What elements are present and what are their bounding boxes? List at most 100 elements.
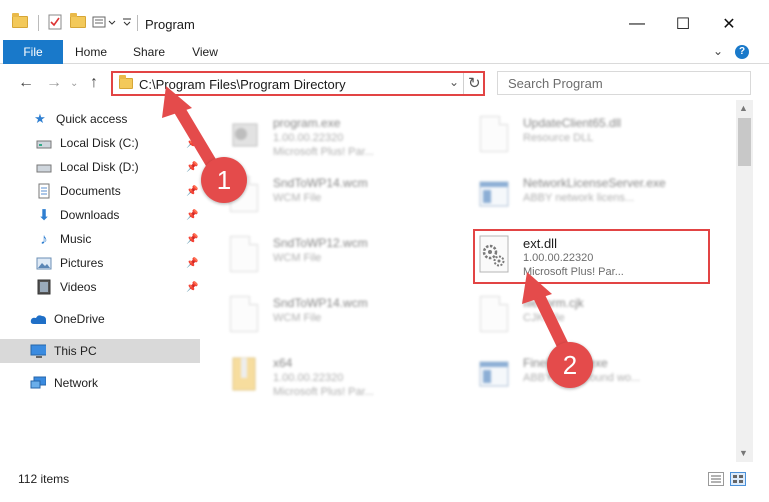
sidebar-item-quick-access[interactable]: ★ Quick access [0, 107, 200, 131]
star-icon: ★ [34, 111, 46, 126]
file-item[interactable]: NetworkLicenseServer.exe ABBY network li… [455, 166, 705, 222]
documents-icon [36, 183, 52, 199]
navigation-pane: ★ Quick access Local Disk (C:) 📌 Local D… [0, 100, 205, 462]
network-icon [30, 375, 46, 391]
maximize-button[interactable]: ☐ [660, 8, 706, 40]
dll-icon [477, 114, 511, 154]
chevron-down-icon[interactable] [122, 13, 132, 31]
file-name: x64 [273, 356, 293, 370]
pin-icon[interactable]: 📌 [186, 162, 198, 173]
sidebar-item-music[interactable]: ♪ Music 📌 [0, 227, 200, 251]
pin-icon[interactable]: 📌 [186, 234, 198, 245]
minimize-button[interactable]: — [614, 8, 660, 40]
pin-icon[interactable]: 📌 [186, 186, 198, 197]
tab-file[interactable]: File [3, 40, 63, 64]
search-placeholder: Search Program [508, 76, 603, 91]
sidebar-item-label: Local Disk (C:) [60, 136, 139, 150]
sidebar-item-label: Downloads [60, 208, 120, 222]
tab-share[interactable]: Share [128, 40, 170, 64]
up-icon[interactable]: ↑ [90, 74, 98, 92]
vertical-scrollbar[interactable]: ▲ ▼ [736, 100, 753, 462]
close-button[interactable]: ✕ [706, 8, 752, 40]
file-name: UpdateClient65.dll [523, 116, 622, 130]
properties-icon[interactable] [48, 13, 62, 31]
help-icon[interactable]: ? [735, 45, 749, 59]
separator [38, 15, 39, 31]
tab-home[interactable]: Home [70, 40, 112, 64]
sidebar-item-label: Pictures [60, 256, 104, 270]
file-detail: 1.00.00.22320 [273, 372, 344, 384]
separator [137, 15, 138, 31]
file-item[interactable]: x64 1.00.00.22320 Microsoft Plus! Par... [205, 346, 455, 402]
pin-icon[interactable]: 📌 [186, 138, 198, 149]
refresh-icon[interactable]: ↻ [468, 74, 481, 92]
window-icon [477, 354, 511, 394]
title-bar: Program — ☐ ✕ [0, 0, 769, 40]
sidebar-item-downloads[interactable]: ⬇ Downloads 📌 [0, 203, 200, 227]
address-bar[interactable]: C:\Program Files\Program Directory ⌄ ↻ [111, 71, 485, 96]
separator [463, 73, 464, 94]
sidebar-item-label: Videos [60, 280, 97, 294]
file-detail: WCM File [273, 192, 322, 204]
file-item[interactable]: program.exe 1.00.00.22320 Microsoft Plus… [205, 106, 455, 162]
music-icon: ♪ [40, 230, 48, 248]
drive-icon [36, 159, 52, 175]
sidebar-item-network[interactable]: Network [0, 371, 200, 395]
file-item[interactable]: UpdateClient65.dll Resource DLL [455, 106, 705, 162]
download-icon: ⬇ [37, 207, 51, 224]
address-path[interactable]: C:\Program Files\Program Directory [139, 77, 346, 92]
zip-icon [227, 354, 261, 394]
tiles-view-icon[interactable] [730, 472, 746, 486]
sidebar-item-label: Network [54, 376, 99, 390]
pin-icon[interactable]: 📌 [186, 282, 198, 293]
back-icon[interactable]: ← [18, 74, 34, 92]
sidebar-item-this-pc[interactable]: This PC [0, 339, 200, 363]
recent-locations-icon[interactable]: ⌄ [70, 78, 78, 89]
pin-icon[interactable]: 📌 [186, 258, 198, 269]
sidebar-item-label: Local Disk (D:) [60, 160, 139, 174]
file-name: program.exe [273, 116, 341, 130]
file-list: program.exe 1.00.00.22320 Microsoft Plus… [205, 100, 736, 462]
scroll-thumb[interactable] [738, 118, 751, 166]
tab-view[interactable]: View [184, 40, 226, 64]
sidebar-item-label: OneDrive [54, 312, 105, 326]
chevron-down-icon[interactable]: ⌄ [449, 75, 459, 89]
exe-icon [227, 114, 261, 154]
file-item[interactable]: SndToWP14.wcm WCM File [205, 286, 455, 342]
expand-ribbon-icon[interactable]: ⌄ [713, 44, 723, 58]
file-icon [227, 294, 261, 334]
pictures-icon [36, 255, 52, 271]
forward-icon[interactable]: → [46, 74, 62, 92]
window-title: Program [145, 17, 195, 32]
file-item[interactable]: fileLorm.cjk CJK File [455, 286, 705, 342]
sidebar-item-documents[interactable]: Documents 📌 [0, 179, 200, 203]
file-name: fileLorm.cjk [523, 296, 584, 310]
sidebar-item-local-disk-d[interactable]: Local Disk (D:) 📌 [0, 155, 200, 179]
file-name: SndToWP14.wcm [273, 176, 368, 190]
file-detail: Resource DLL [523, 132, 594, 144]
scroll-up-icon[interactable]: ▲ [739, 103, 748, 113]
file-name: NetworkLicenseServer.exe [523, 176, 666, 190]
callout-badge: 2 [547, 342, 593, 388]
sidebar-item-pictures[interactable]: Pictures 📌 [0, 251, 200, 275]
highlight-box [473, 229, 710, 284]
folder-icon [119, 75, 133, 89]
file-detail: CJK File [523, 312, 565, 324]
file-name: SndToWP14.wcm [273, 296, 368, 310]
details-view-icon[interactable] [708, 472, 724, 486]
new-folder-icon[interactable] [70, 13, 86, 31]
sidebar-item-local-disk-c[interactable]: Local Disk (C:) 📌 [0, 131, 200, 155]
sidebar-item-videos[interactable]: Videos 📌 [0, 275, 200, 299]
status-bar: 112 items [0, 462, 769, 502]
file-icon [477, 294, 511, 334]
file-detail: Microsoft Plus! Par... [273, 386, 374, 398]
file-item[interactable]: SndToWP12.wcm WCM File [205, 226, 455, 282]
file-detail: 1.00.00.22320 [273, 132, 344, 144]
scroll-down-icon[interactable]: ▼ [739, 448, 748, 458]
search-input[interactable]: Search Program [497, 71, 751, 95]
customize-toolbar-icon[interactable] [92, 13, 118, 31]
file-detail: WCM File [273, 252, 322, 264]
pin-icon[interactable]: 📌 [186, 210, 198, 221]
sidebar-item-onedrive[interactable]: OneDrive [0, 307, 200, 331]
sidebar-item-label: This PC [54, 344, 97, 358]
